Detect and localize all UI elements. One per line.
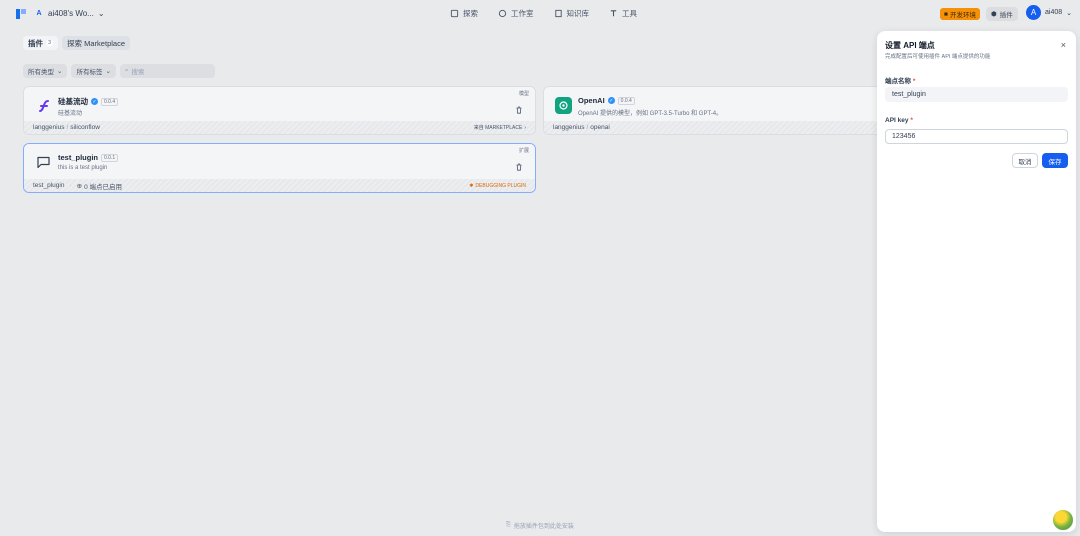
trash-icon[interactable]: [515, 163, 523, 171]
workspace-avatar: A: [36, 9, 42, 17]
plugin-org: langgenius: [553, 124, 585, 131]
api-key-label: API key *: [885, 117, 913, 124]
plugin-type-label: 扩展: [518, 148, 529, 154]
plugin-title: 硅基流动: [58, 97, 88, 106]
endpoints-status: 0 端点已启用: [84, 183, 122, 191]
tab-marketplace[interactable]: 探索 Marketplace: [62, 36, 130, 50]
required-mark: *: [912, 78, 916, 85]
chevron-down-icon: ⌄: [97, 8, 105, 18]
panel-title: 设置 API 端点: [885, 41, 935, 50]
search-input[interactable]: ⌕ 搜索: [119, 64, 215, 78]
debugging-badge: ✱ DEBUGGING PLUGIN: [469, 182, 526, 189]
plugin-title: test_plugin: [58, 153, 99, 162]
trash-icon[interactable]: [515, 106, 523, 114]
top-header: A ai408's Wo... ⌄ 探索 工作室 知识库 工具 ■ 开发环境 ⬢…: [0, 0, 1080, 28]
book-icon: [554, 9, 562, 18]
endpoint-settings-panel: 设置 API 端点 完成配置后可使用插件 API 端点提供的功能 × 端点名称 …: [877, 31, 1076, 532]
plugin-name: openai: [590, 124, 610, 131]
plugin-description: 硅基流动: [58, 111, 83, 117]
tag-filter[interactable]: 所有标签 ⌄: [71, 64, 116, 78]
siliconflow-logo-icon: [35, 97, 52, 114]
save-button[interactable]: 保存: [1042, 153, 1068, 168]
cancel-button[interactable]: 取消: [1012, 153, 1038, 168]
env-badge: ■ 开发环境: [940, 8, 980, 20]
endpoint-icon: ⊕: [76, 182, 83, 190]
plugin-title: OpenAI: [578, 96, 605, 105]
plugin-count-badge: 3: [46, 40, 54, 46]
user-menu[interactable]: A ai408 ⌄: [1026, 5, 1072, 20]
api-key-input[interactable]: 123456: [885, 129, 1068, 144]
workspace-switcher[interactable]: A ai408's Wo... ⌄: [34, 8, 105, 18]
plugin-type-label: 模型: [518, 91, 529, 97]
workspace-name: ai408's Wo...: [48, 8, 94, 18]
version-badge: 0.0.4: [101, 97, 119, 106]
plugin-name: siliconflow: [70, 124, 100, 131]
puzzle-icon: ⬢: [991, 11, 997, 18]
nav-explore[interactable]: 探索: [450, 8, 478, 19]
endpoint-name-input[interactable]: test_plugin: [885, 87, 1068, 102]
chevron-down-icon: ⌄: [57, 68, 63, 75]
file-upload-icon: ⎘: [506, 522, 511, 528]
required-mark: *: [910, 117, 913, 124]
avatar: A: [1026, 5, 1041, 20]
drop-hint: ⎘ 拖放插件包到此处安装: [506, 522, 574, 530]
plugin-card-test-plugin[interactable]: test_plugin 0.0.1 this is a test plugin …: [23, 143, 536, 193]
plugin-description: this is a test plugin: [58, 165, 108, 171]
chevron-down-icon: ⌄: [1066, 9, 1073, 17]
source-label[interactable]: 来自 MARKETPLACE ›: [474, 124, 526, 132]
verified-icon: ✓: [91, 98, 98, 105]
chat-bubble-icon: [35, 154, 52, 171]
plugin-footer: langgenius / openai: [544, 121, 902, 134]
nav-studio[interactable]: 工作室: [498, 8, 534, 19]
nav-knowledge[interactable]: 知识库: [554, 8, 589, 19]
close-icon[interactable]: ×: [1061, 40, 1066, 50]
chevron-down-icon: ⌄: [105, 68, 111, 75]
plugin-card-siliconflow[interactable]: 硅基流动 ✓ 0.0.4 硅基流动 模型 langgenius / silico…: [23, 86, 536, 135]
tools-icon: [610, 10, 617, 17]
openai-logo-icon: [555, 97, 572, 114]
app-logo-icon[interactable]: [15, 8, 27, 20]
plugin-org: langgenius: [33, 124, 65, 131]
plugin-org: test_plugin: [33, 182, 65, 189]
plugin-footer: test_plugin · ⊕ 0 端点已启用 ✱ DEBUGGING PLUG…: [24, 179, 535, 192]
arrow-right-icon: ›: [524, 124, 526, 131]
bug-icon: ✱: [469, 182, 474, 189]
version-badge: 0.0.4: [617, 96, 635, 105]
workflow-icon: [498, 9, 507, 18]
filter-bar: 所有类型 ⌄ 所有标签 ⌄ ⌕ 搜索: [23, 64, 215, 78]
plugin-card-openai[interactable]: OpenAI ✓ 0.0.4 OpenAI 提供的模型，例如 GPT-3.5-T…: [543, 86, 903, 135]
plugin-tabs: 插件 3 探索 Marketplace: [23, 36, 130, 50]
search-icon: ⌕: [124, 67, 129, 74]
plugin-footer: langgenius / siliconflow 来自 MARKETPLACE …: [24, 121, 535, 134]
panel-subtitle: 完成配置后可使用插件 API 端点提供的功能: [885, 54, 991, 60]
tab-plugins[interactable]: 插件 3: [23, 36, 59, 50]
version-badge: 0.0.1: [101, 153, 119, 162]
main-nav: 探索 工作室 知识库 工具: [450, 8, 637, 19]
compass-icon: [450, 9, 459, 18]
type-filter[interactable]: 所有类型 ⌄: [23, 64, 68, 78]
plugin-description: OpenAI 提供的模型，例如 GPT-3.5-Turbo 和 GPT-4。: [578, 111, 723, 117]
assistant-avatar-icon[interactable]: [1052, 509, 1074, 531]
env-icon: ■: [944, 10, 948, 18]
verified-icon: ✓: [607, 97, 615, 104]
user-name: ai408: [1045, 9, 1063, 16]
endpoint-name-label: 端点名称 *: [885, 78, 916, 85]
nav-tools[interactable]: 工具: [609, 8, 637, 19]
plugins-button[interactable]: ⬢ 插件: [986, 7, 1018, 21]
